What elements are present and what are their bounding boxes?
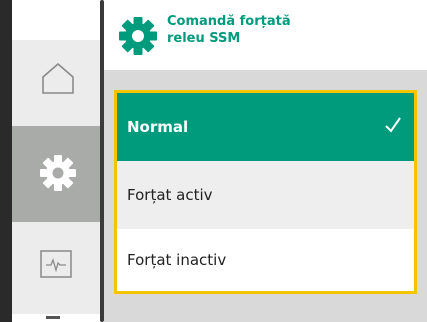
gear-icon bbox=[40, 155, 76, 191]
sidebar-edge bbox=[0, 0, 12, 322]
sidebar bbox=[0, 0, 114, 322]
home-icon bbox=[42, 63, 74, 94]
page-title-line2: releu SSM bbox=[167, 31, 241, 46]
scroll-indicator bbox=[46, 316, 60, 319]
page-title: Comandă forțată releu SSM bbox=[167, 13, 407, 47]
option-label: Forțat activ bbox=[127, 186, 213, 204]
option-list: Normal Forțat activ Forțat inactiv bbox=[114, 90, 417, 294]
pulse-monitor-icon bbox=[40, 250, 72, 278]
checkmark-icon bbox=[385, 117, 401, 133]
page-title-line1: Comandă forțată bbox=[167, 14, 291, 29]
option-label: Forțat inactiv bbox=[127, 251, 227, 269]
option-fortat-inactiv[interactable]: Forțat inactiv bbox=[117, 229, 414, 291]
option-normal[interactable]: Normal bbox=[117, 93, 414, 161]
option-fortat-activ[interactable]: Forțat activ bbox=[117, 161, 414, 229]
gear-icon bbox=[119, 17, 157, 55]
option-label: Normal bbox=[127, 118, 189, 136]
